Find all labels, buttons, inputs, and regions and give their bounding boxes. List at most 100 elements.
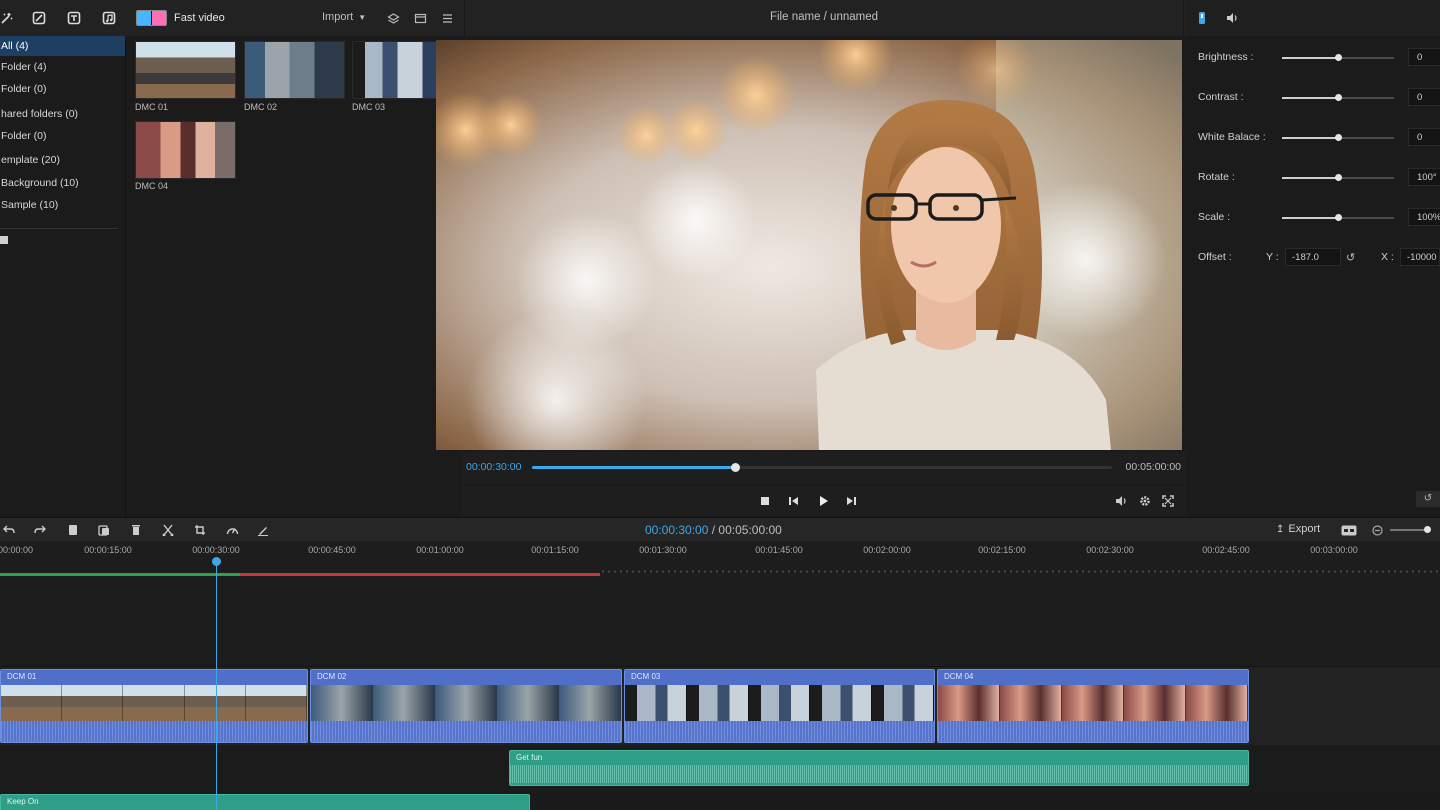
speed-icon[interactable] <box>224 522 240 538</box>
media-thumb-dmc04[interactable] <box>135 121 236 179</box>
video-clip[interactable]: DCM 04 <box>937 669 1249 743</box>
ruler-tick: 00:00:15:00 <box>84 545 132 555</box>
media-library: DMC 01 DMC 02 DMC 03 DMC 04 <box>127 36 453 516</box>
slider-handle[interactable] <box>1335 214 1342 221</box>
sidebar-item-all[interactable]: All (4) <box>0 36 125 56</box>
media-label: DMC 03 <box>352 102 386 112</box>
brightness-value-field[interactable]: 0 <box>1408 48 1440 66</box>
edit-icon[interactable] <box>255 522 271 538</box>
list-icon[interactable] <box>438 9 456 27</box>
slider-handle[interactable] <box>1335 174 1342 181</box>
scale-value-field[interactable]: 100% <box>1408 208 1440 226</box>
fullscreen-icon[interactable] <box>1159 492 1177 510</box>
properties-panel: Brightness : 0 Contrast : 0 White Balace… <box>1186 36 1440 516</box>
prop-row-rotate: Rotate : 100° <box>1186 166 1440 190</box>
zoom-slider-handle[interactable] <box>1424 526 1431 533</box>
preview-progress-bar[interactable] <box>532 463 1112 472</box>
offset-y-field[interactable]: -187.0 <box>1285 248 1341 266</box>
volume-icon[interactable] <box>1112 492 1130 510</box>
undo-icon[interactable]: ↺ <box>1416 491 1440 507</box>
sidebar-item-sample[interactable]: Sample (10) <box>0 195 125 215</box>
contrast-slider[interactable] <box>1282 94 1394 101</box>
paste-icon[interactable] <box>96 522 112 538</box>
offset-y-label: Y : <box>1266 251 1279 263</box>
slider-handle[interactable] <box>1335 134 1342 141</box>
prev-frame-icon[interactable] <box>784 492 802 510</box>
caption-icon[interactable] <box>1341 522 1357 538</box>
scale-slider[interactable] <box>1282 214 1394 221</box>
white-balance-value-field[interactable]: 0 <box>1408 128 1440 146</box>
media-label: DMC 01 <box>135 102 169 112</box>
clip-label: DCM 03 <box>631 672 661 681</box>
offset-x-label: X : <box>1381 251 1394 263</box>
white-balance-slider[interactable] <box>1282 134 1394 141</box>
video-preview[interactable] <box>436 40 1182 450</box>
sidebar-item-folder-2[interactable]: Folder (0) <box>0 126 125 146</box>
prop-label: Contrast : <box>1198 91 1244 103</box>
add-folder-icon[interactable] <box>0 236 8 244</box>
ruler-tick: 00:01:00:00 <box>416 545 464 555</box>
sidebar-item-background[interactable]: Background (10) <box>0 173 125 193</box>
clip-label: DCM 01 <box>7 672 37 681</box>
audio-icon[interactable] <box>1222 8 1242 28</box>
timeline-total-time: 00:05:00:00 <box>718 523 782 537</box>
timeline-playhead[interactable] <box>216 561 217 810</box>
redo-icon[interactable] <box>32 522 48 538</box>
video-clip[interactable]: DCM 03 <box>624 669 935 743</box>
layers-icon[interactable] <box>384 9 402 27</box>
video-clip[interactable]: DCM 02 <box>310 669 622 743</box>
screen-icon[interactable] <box>411 9 429 27</box>
prop-label: White Balace : <box>1198 131 1266 143</box>
sidebar-item-template[interactable]: emplate (20) <box>0 150 125 170</box>
fast-video-icon <box>136 10 167 26</box>
contrast-value-field[interactable]: 0 <box>1408 88 1440 106</box>
adjust-icon[interactable] <box>1192 8 1212 28</box>
text-icon[interactable] <box>65 9 83 27</box>
settings-icon[interactable] <box>1136 492 1154 510</box>
undo-icon[interactable] <box>1 522 17 538</box>
crop-icon[interactable] <box>30 9 48 27</box>
copy-icon[interactable] <box>65 522 81 538</box>
zoom-out-icon[interactable] <box>1369 522 1385 538</box>
prop-label: Offset : <box>1198 251 1232 263</box>
sidebar-item-shared-folders[interactable]: hared folders (0) <box>0 104 125 124</box>
audio-clip[interactable]: Get fun <box>509 750 1249 786</box>
prop-row-scale: Scale : 100% <box>1186 206 1440 230</box>
slider-handle[interactable] <box>1335 54 1342 61</box>
ruler-tick: 00:02:30:00 <box>1086 545 1134 555</box>
slider-handle[interactable] <box>1335 94 1342 101</box>
split-icon[interactable] <box>160 522 176 538</box>
ruler-tick: 00:01:30:00 <box>639 545 687 555</box>
export-button[interactable]: ↥ Export <box>1276 523 1320 535</box>
preview-progress-handle[interactable] <box>731 463 740 472</box>
fast-video-button[interactable]: Fast video <box>136 10 225 26</box>
top-toolbar: Fast video Import ▼ File name / unnamed <box>0 0 1440 36</box>
next-frame-icon[interactable] <box>842 492 860 510</box>
sidebar-item-folder-empty[interactable]: Folder (0) <box>0 79 125 99</box>
music-icon[interactable] <box>100 9 118 27</box>
file-name-title: File name / unnamed <box>464 0 1184 36</box>
delete-icon[interactable] <box>128 522 144 538</box>
stop-icon[interactable] <box>756 492 774 510</box>
magic-icon[interactable] <box>0 9 16 27</box>
media-thumb-dmc01[interactable] <box>135 41 236 99</box>
ruler-tick: 00:01:45:00 <box>755 545 803 555</box>
media-thumb-dmc02[interactable] <box>244 41 345 99</box>
reset-icon[interactable]: ↺ <box>1346 251 1355 264</box>
offset-x-field[interactable]: -10000 <box>1400 248 1440 266</box>
ruler-tick: 00:00:30:00 <box>192 545 240 555</box>
timeline-current-time: 00:00:30:00 <box>645 523 709 537</box>
playback-controls <box>462 486 1186 516</box>
play-icon[interactable] <box>814 492 832 510</box>
audio-clip[interactable]: Keep On <box>0 794 530 810</box>
rotate-value-field[interactable]: 100° <box>1408 168 1440 186</box>
brightness-slider[interactable] <box>1282 54 1394 61</box>
rotate-slider[interactable] <box>1282 174 1394 181</box>
video-clip[interactable]: DCM 01 <box>0 669 308 743</box>
import-dropdown[interactable]: Import ▼ <box>322 11 366 23</box>
sidebar-item-folder[interactable]: Folder (4) <box>0 57 125 77</box>
playhead-handle[interactable] <box>212 557 221 566</box>
prop-row-brightness: Brightness : 0 <box>1186 46 1440 70</box>
ruler-tick: 00:00:45:00 <box>308 545 356 555</box>
crop-tool-icon[interactable] <box>192 522 208 538</box>
